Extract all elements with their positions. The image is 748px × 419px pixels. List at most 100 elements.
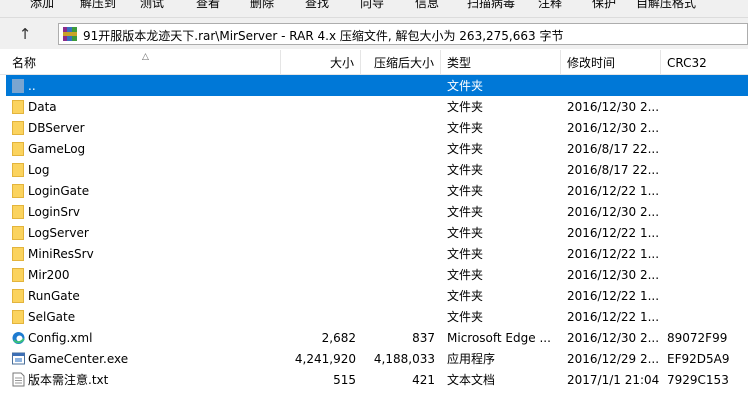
extract-button[interactable]: 解压到 [80,0,116,11]
column-header: 名称 △ 大小 压缩后大小 类型 修改时间 CRC32 [0,50,748,75]
folder-icon [12,205,24,219]
up-folder-icon [12,79,24,93]
cell-packed [362,222,435,243]
column-type[interactable]: 类型 [441,50,561,74]
cell-packed [362,306,435,327]
column-crc-label: CRC32 [667,56,707,70]
cell-name: 版本需注意.txt [28,373,109,387]
cell-size [282,285,356,306]
cell-size [282,75,356,96]
cell-type: 文件夹 [447,142,484,156]
file-row[interactable]: SelGate 文件夹 2016/12/22 1... [6,306,748,327]
cell-crc [667,75,747,96]
info-button[interactable]: 信息 [415,0,439,11]
column-name-label: 名称 [12,56,37,70]
cell-packed [362,138,435,159]
cell-modified: 2016/12/22 1... [567,184,660,198]
file-row[interactable]: RunGate 文件夹 2016/12/22 1... [6,285,748,306]
file-row[interactable]: LogServer 文件夹 2016/12/22 1... [6,222,748,243]
file-row[interactable]: DBServer 文件夹 2016/12/30 2... [6,117,748,138]
cell-packed [362,243,435,264]
cell-size [282,96,356,117]
cell-packed: 837 [412,331,435,345]
cell-name: LoginGate [28,184,90,198]
folder-icon [12,184,24,198]
cell-name: RunGate [28,289,80,303]
cell-packed [362,117,435,138]
cell-type: 文件夹 [447,205,484,219]
file-row[interactable]: Mir200 文件夹 2016/12/30 2... [6,264,748,285]
test-button[interactable]: 测试 [140,0,164,11]
column-packed[interactable]: 压缩后大小 [361,50,441,74]
cell-crc [667,96,747,117]
cell-name: DBServer [28,121,85,135]
column-type-label: 类型 [447,56,472,70]
cell-size [282,138,356,159]
cell-crc: 89072F99 [667,331,728,345]
delete-button[interactable]: 删除 [250,0,274,11]
cell-size: 2,682 [321,331,356,345]
cell-name: SelGate [28,310,76,324]
cell-type: Microsoft Edge ... [447,331,551,345]
folder-icon [12,100,24,114]
up-arrow-icon[interactable]: ↑ [12,23,38,45]
cell-name: LoginSrv [28,205,81,219]
cell-packed: 4,188,033 [373,352,435,366]
toolbar: 添加 解压到 测试 查看 删除 查找 向导 信息 扫描病毒 注释 保护 自解压格… [0,0,748,18]
cell-type: 文件夹 [447,226,484,240]
cell-modified: 2016/12/30 2... [567,205,660,219]
cell-name: MiniResSrv [28,247,94,261]
virus-scan-button[interactable]: 扫描病毒 [467,0,515,11]
cell-modified: 2016/12/30 2... [567,268,660,282]
cell-size: 515 [333,373,356,387]
cell-packed [362,285,435,306]
cell-crc: EF92D5A9 [667,352,730,366]
cell-modified: 2016/12/22 1... [567,226,660,240]
cell-type: 文件夹 [447,184,484,198]
file-row[interactable]: Config.xml 2,682 837 Microsoft Edge ... 2016… [6,327,748,348]
edge-icon [12,332,25,344]
file-row[interactable]: Data 文件夹 2016/12/30 2... [6,96,748,117]
column-size[interactable]: 大小 [281,50,361,74]
cell-modified: 2016/8/17 22... [567,163,660,177]
cell-size [282,159,356,180]
find-button[interactable]: 查找 [305,0,329,11]
cell-type: 应用程序 [447,352,496,366]
address-row: ↑ 91开服版本龙迹天下.rar\MirServer - RAR 4.x 压缩文… [0,18,748,49]
cell-name: GameCenter.exe [28,352,129,366]
protect-button[interactable]: 保护 [592,0,616,11]
cell-size [282,201,356,222]
column-crc[interactable]: CRC32 [661,50,748,74]
cell-type: 文件夹 [447,268,484,282]
add-button[interactable]: 添加 [30,0,54,11]
cell-crc [667,264,747,285]
view-button[interactable]: 查看 [196,0,220,11]
cell-size [282,180,356,201]
cell-name: .. [28,79,36,93]
cell-name: LogServer [28,226,89,240]
column-modified-label: 修改时间 [567,56,616,70]
comment-button[interactable]: 注释 [538,0,562,11]
cell-modified: 2016/8/17 22... [567,142,660,156]
column-name[interactable]: 名称 △ [6,50,281,74]
file-row[interactable]: LoginSrv 文件夹 2016/12/30 2... [6,201,748,222]
column-packed-label: 压缩后大小 [373,56,434,70]
cell-modified: 2016/12/22 1... [567,247,660,261]
file-row[interactable]: .. 文件夹 [6,75,748,96]
sfx-button[interactable]: 自解压格式 [636,0,696,11]
file-row[interactable]: GameLog 文件夹 2016/8/17 22... [6,138,748,159]
text-file-icon [12,372,25,387]
cell-crc [667,159,747,180]
wizard-button[interactable]: 向导 [360,0,384,11]
cell-modified [567,75,662,96]
address-bar[interactable]: 91开服版本龙迹天下.rar\MirServer - RAR 4.x 压缩文件,… [58,23,748,45]
folder-icon [12,163,24,177]
cell-crc [667,180,747,201]
file-row[interactable]: LoginGate 文件夹 2016/12/22 1... [6,180,748,201]
file-row[interactable]: Log 文件夹 2016/8/17 22... [6,159,748,180]
file-row[interactable]: 版本需注意.txt 515 421 文本文档 2017/1/1 21:04 7929C15… [6,369,748,390]
column-modified[interactable]: 修改时间 [561,50,661,74]
file-row[interactable]: MiniResSrv 文件夹 2016/12/22 1... [6,243,748,264]
file-row[interactable]: GameCenter.exe 4,241,920 4,188,033 应用程序 2016… [6,348,748,369]
cell-modified: 2016/12/30 2... [567,121,660,135]
